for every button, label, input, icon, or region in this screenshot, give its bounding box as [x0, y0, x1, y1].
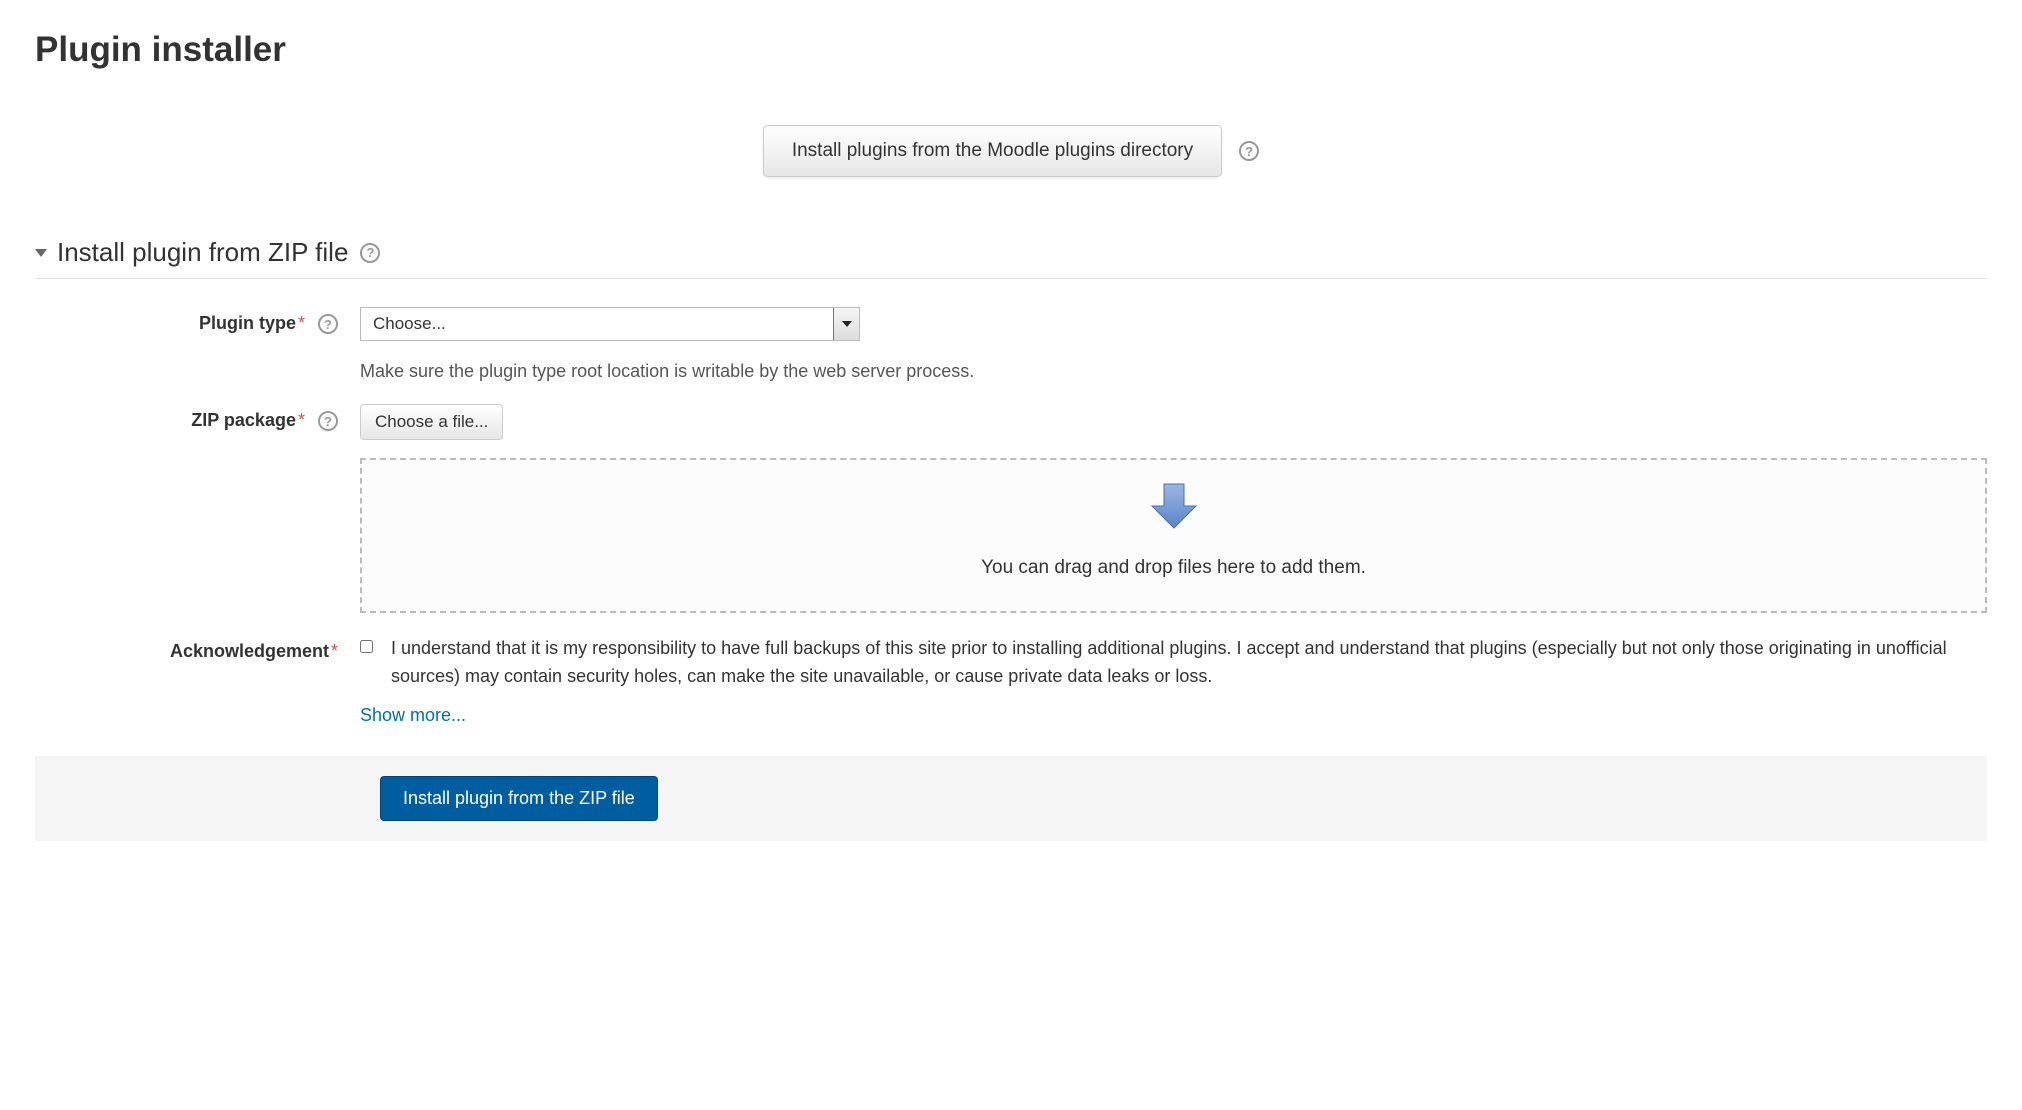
zip-package-control-col: Choose a file... You can drag and drop f… — [360, 404, 1987, 613]
section-title: Install plugin from ZIP file — [57, 237, 348, 268]
acknowledgement-row: Acknowledgement* I understand that it is… — [35, 635, 1987, 726]
show-more-link[interactable]: Show more... — [360, 705, 466, 726]
file-dropzone[interactable]: You can drag and drop files here to add … — [360, 458, 1987, 613]
chevron-down-icon — [833, 308, 859, 340]
footer-bar: Install plugin from the ZIP file — [35, 756, 1987, 841]
section-heading: Install plugin from ZIP file ? — [35, 237, 1987, 279]
required-indicator: * — [298, 313, 305, 333]
acknowledgement-checkbox[interactable] — [360, 637, 373, 656]
zip-package-label-col: ZIP package* ? — [35, 404, 360, 431]
zip-package-row: ZIP package* ? Choose a file... You can … — [35, 404, 1987, 613]
required-indicator: * — [331, 641, 338, 661]
collapse-toggle-icon[interactable] — [35, 249, 47, 257]
install-plugin-button[interactable]: Install plugin from the ZIP file — [380, 776, 658, 821]
plugin-type-label: Plugin type — [199, 313, 296, 333]
plugin-type-control-col: Choose... Make sure the plugin type root… — [360, 307, 1987, 382]
acknowledgement-control-col: I understand that it is my responsibilit… — [360, 635, 1987, 726]
help-icon[interactable]: ? — [318, 411, 338, 431]
plugin-type-row: Plugin type* ? Choose... Make sure the p… — [35, 307, 1987, 382]
required-indicator: * — [298, 410, 305, 430]
zip-package-label: ZIP package — [191, 410, 296, 430]
acknowledgement-label-col: Acknowledgement* — [35, 635, 360, 662]
plugin-type-label-col: Plugin type* ? — [35, 307, 360, 334]
acknowledgement-text: I understand that it is my responsibilit… — [391, 635, 1987, 691]
page-title: Plugin installer — [35, 30, 1987, 70]
hero-row: Install plugins from the Moodle plugins … — [35, 125, 1987, 177]
help-icon[interactable]: ? — [318, 314, 338, 334]
plugin-type-select[interactable]: Choose... — [360, 307, 860, 341]
choose-file-button[interactable]: Choose a file... — [360, 404, 503, 440]
install-from-directory-button[interactable]: Install plugins from the Moodle plugins … — [763, 125, 1222, 177]
acknowledgement-label: Acknowledgement — [170, 641, 329, 661]
plugin-type-select-display: Choose... — [361, 308, 833, 340]
plugin-type-hint: Make sure the plugin type root location … — [360, 361, 1987, 382]
dropzone-text: You can drag and drop files here to add … — [372, 557, 1975, 579]
help-icon[interactable]: ? — [1239, 141, 1259, 161]
download-arrow-icon — [1146, 478, 1202, 539]
help-icon[interactable]: ? — [360, 243, 380, 263]
